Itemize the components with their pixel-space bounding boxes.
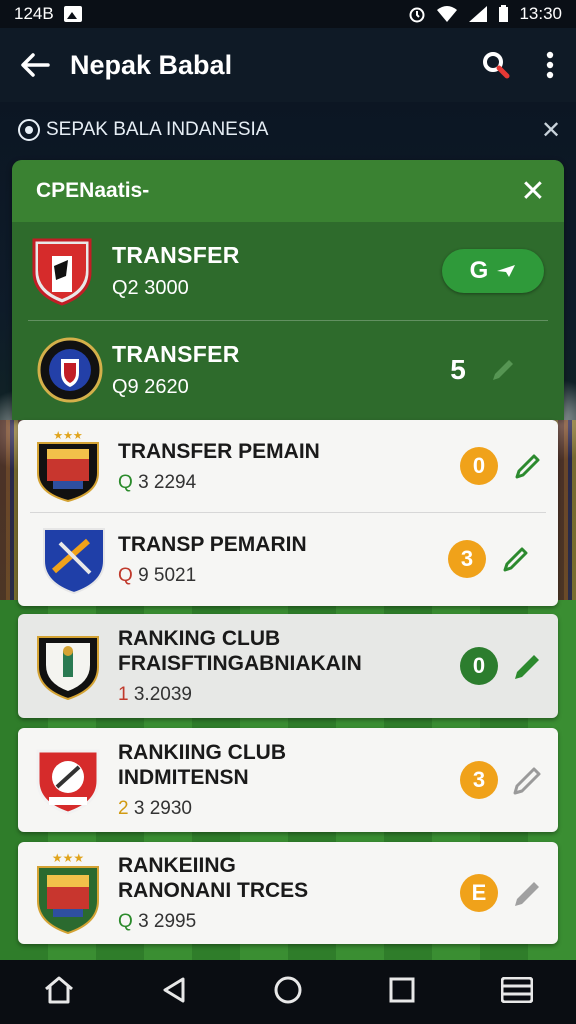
edit-pencil-icon <box>513 767 541 795</box>
search-button[interactable] <box>468 50 524 80</box>
club-crest-icon <box>37 636 99 701</box>
more-options-button[interactable] <box>524 51 576 79</box>
status-left-text: 124B <box>14 4 54 23</box>
edit-button[interactable] <box>486 544 546 574</box>
club-crest-icon <box>36 749 100 815</box>
club-crest-icon <box>43 528 105 595</box>
panel-close-button[interactable]: ✕ <box>502 174 564 209</box>
nav-home-icon <box>274 976 302 1003</box>
item-name: RANKEIING <box>118 854 236 877</box>
count-badge: E <box>460 874 498 912</box>
home-button[interactable] <box>43 975 75 1010</box>
more-vert-icon <box>546 51 554 79</box>
club-crest-icon: ★★★ <box>37 851 99 935</box>
system-nav-bar <box>0 960 576 1024</box>
svg-text:★★★: ★★★ <box>53 429 83 442</box>
edit-button[interactable] <box>498 764 558 796</box>
back-arrow-icon <box>21 53 50 77</box>
item-name: TRANSFER <box>112 341 240 367</box>
gallery-notification-icon <box>63 6 82 22</box>
battery-icon <box>499 5 509 22</box>
list-item[interactable]: ★★★ TRANSFER PEMAIN Q 3 2294 0 <box>18 420 558 512</box>
count-badge: 3 <box>460 761 498 799</box>
item-name: RANKING CLUB <box>118 627 281 650</box>
club-crest-icon <box>37 337 103 403</box>
recents-icon <box>389 977 415 1002</box>
edit-button[interactable] <box>498 650 558 682</box>
panel-header: CPENaatis- ✕ <box>12 160 564 222</box>
edit-pencil-icon <box>515 454 540 479</box>
recents-button[interactable] <box>389 977 415 1008</box>
home-icon <box>45 976 73 1003</box>
item-value-prefix: 1 <box>118 684 129 705</box>
ranking-club-card: RANKIING CLUB INDMITENSN 2 3 2930 3 <box>18 728 558 832</box>
item-name: TRANSFER PEMAIN <box>118 439 320 463</box>
item-value: Q9 2620 <box>112 376 189 398</box>
wifi-icon <box>437 6 458 22</box>
league-filter-bar: SEPAK BALA INDANESIA ✕ <box>0 108 576 152</box>
edit-button[interactable] <box>478 356 528 384</box>
item-value-prefix: 2 <box>118 798 129 819</box>
transfer-players-card: ★★★ TRANSFER PEMAIN Q 3 2294 0 TRANSP PE… <box>18 420 558 606</box>
item-subname: FRAISFTINGABNIAKAIN <box>118 652 362 675</box>
edit-pencil-icon <box>493 360 513 380</box>
item-subname: INDMITENSN <box>118 766 249 789</box>
signal-icon <box>469 6 488 22</box>
item-value: Q2 3000 <box>112 277 189 299</box>
ranking-card: ★★★ RANKEIING RANONANI TRCES Q 3 2995 E <box>18 842 558 944</box>
list-item[interactable]: TRANSFER Q2 3000 G <box>12 222 564 320</box>
nav-back-button[interactable] <box>161 976 187 1009</box>
club-crest-icon <box>32 238 92 306</box>
edit-button[interactable] <box>498 877 558 909</box>
edit-pencil-icon <box>503 547 528 572</box>
search-icon <box>483 52 510 79</box>
list-item[interactable]: ★★★ RANKEIING RANONANI TRCES Q 3 2995 E <box>18 842 558 944</box>
transfer-panel: CPENaatis- ✕ TRANSFER Q2 3000 G TRANSFER… <box>12 160 564 420</box>
ranking-club-card: RANKING CLUB FRAISFTINGABNIAKAIN 1 3.203… <box>18 614 558 718</box>
edit-pencil-icon <box>515 882 539 906</box>
app-bar: Nepak Babal <box>0 28 576 102</box>
item-value-prefix: Q <box>118 564 133 586</box>
send-icon <box>497 265 516 277</box>
page-title: Nepak Babal <box>70 49 233 80</box>
item-value-prefix: Q <box>118 471 133 493</box>
list-item[interactable]: TRANSFER Q9 2620 5 <box>28 320 548 419</box>
list-item[interactable]: RANKING CLUB FRAISFTINGABNIAKAIN 1 3.203… <box>18 614 558 718</box>
item-value-prefix: Q <box>118 911 133 932</box>
league-filter-label: SEPAK BALA INDANESIA <box>46 119 269 140</box>
back-button[interactable] <box>0 28 70 102</box>
count-badge: 0 <box>460 647 498 685</box>
item-value: 3 2294 <box>138 471 197 493</box>
soccer-ball-icon <box>18 119 40 141</box>
item-subname: RANONANI TRCES <box>118 879 309 902</box>
status-time: 13:30 <box>519 4 562 23</box>
list-item[interactable]: TRANSP PEMARIN Q 9 5021 3 <box>30 512 546 605</box>
svg-text:★★★: ★★★ <box>52 851 84 865</box>
count-badge: 3 <box>448 540 486 578</box>
edit-pencil-icon <box>515 655 539 679</box>
item-value: 3 2995 <box>138 911 197 932</box>
item-name: TRANSP PEMARIN <box>118 532 307 556</box>
close-icon[interactable]: ✕ <box>526 116 576 145</box>
count-badge: 0 <box>460 447 498 485</box>
transfer-action-label: G <box>469 257 489 284</box>
item-name: TRANSFER <box>112 242 240 268</box>
alarm-icon <box>409 7 425 23</box>
item-count: 5 <box>450 354 466 385</box>
transfer-action-button[interactable]: G <box>442 249 544 293</box>
item-value: 3 2930 <box>133 798 192 819</box>
menu-button[interactable] <box>500 976 534 1008</box>
item-value: 3.2039 <box>133 684 192 705</box>
edit-button[interactable] <box>498 451 558 481</box>
status-bar: 124B 13:30 <box>0 0 576 28</box>
menu-icon <box>500 976 534 1003</box>
club-crest-icon: ★★★ <box>37 429 99 503</box>
panel-title: CPENaatis- <box>36 179 150 202</box>
list-item[interactable]: RANKIING CLUB INDMITENSN 2 3 2930 3 <box>18 728 558 832</box>
nav-back-icon <box>163 977 185 1002</box>
nav-home-button[interactable] <box>273 975 303 1010</box>
item-name: RANKIING CLUB <box>118 741 286 764</box>
item-value: 9 5021 <box>138 564 197 586</box>
